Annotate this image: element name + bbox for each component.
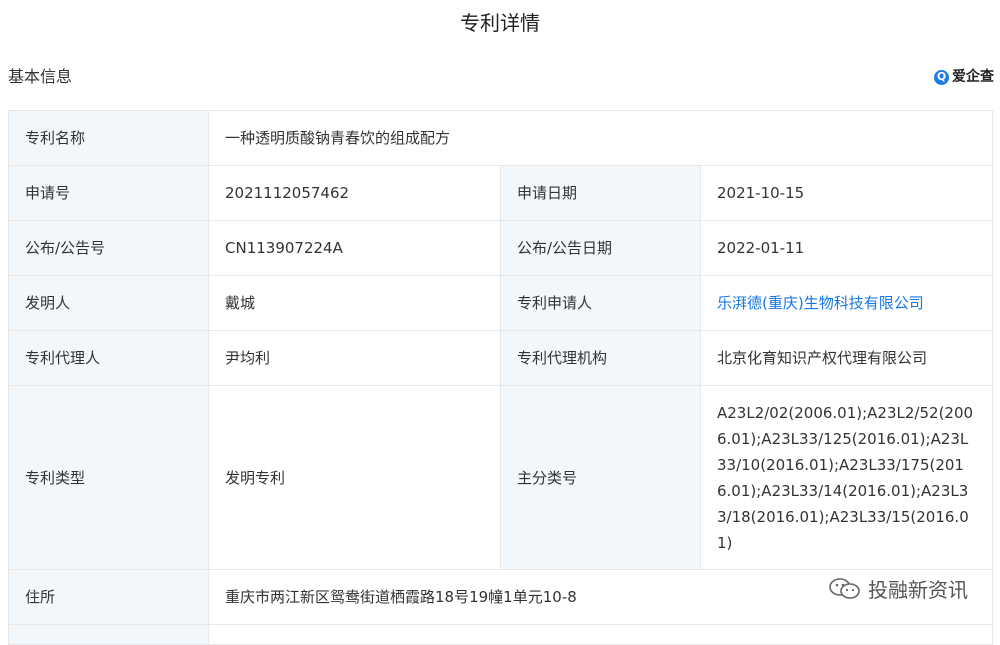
application-number-label: 申请号	[8, 165, 209, 221]
patent-type-value: 发明专利	[208, 385, 501, 570]
publication-date-label: 公布/公告日期	[500, 220, 701, 276]
brand-logo[interactable]: Q 爱企查	[934, 66, 994, 88]
table-row: 专利代理人 尹均利 专利代理机构 北京化育知识产权代理有限公司	[8, 330, 994, 386]
patent-type-label: 专利类型	[8, 385, 209, 570]
table-row: 专利类型 发明专利 主分类号 A23L2/02(2006.01);A23L2/5…	[8, 385, 994, 570]
publication-number-value: CN113907224A	[208, 220, 501, 276]
application-date-value: 2021-10-15	[699, 165, 994, 221]
agency-value: 北京化育知识产权代理有限公司	[699, 330, 994, 386]
publication-date-value: 2022-01-11	[699, 220, 994, 276]
table-row-partial	[8, 624, 209, 645]
applicant-label: 专利申请人	[500, 275, 701, 331]
address-label: 住所	[8, 569, 209, 625]
brand-q-icon: Q	[934, 69, 949, 85]
agency-label: 专利代理机构	[500, 330, 701, 386]
ipc-label: 主分类号	[500, 385, 701, 570]
application-number-value: 2021112057462	[208, 165, 501, 221]
inventor-value: 戴城	[208, 275, 501, 331]
patent-info-table: 专利名称 一种透明质酸钠青春饮的组成配方 申请号 2021112057462 申…	[8, 110, 994, 645]
table-row: 公布/公告号 CN113907224A 公布/公告日期 2022-01-11	[8, 220, 994, 276]
watermark-text: 投融新资讯	[868, 578, 968, 602]
table-row-partial-value	[207, 624, 994, 645]
wechat-icon	[829, 577, 860, 599]
inventor-label: 发明人	[8, 275, 209, 331]
table-row: 专利名称 一种透明质酸钠青春饮的组成配方	[8, 110, 994, 166]
page-title: 专利详情	[460, 11, 540, 35]
agent-value: 尹均利	[208, 330, 501, 386]
patent-name-label: 专利名称	[8, 110, 209, 166]
table-row	[8, 624, 994, 645]
table-row: 申请号 2021112057462 申请日期 2021-10-15	[8, 165, 994, 221]
agent-label: 专利代理人	[8, 330, 209, 386]
patent-name-value: 一种透明质酸钠青春饮的组成配方	[207, 110, 994, 166]
publication-number-label: 公布/公告号	[8, 220, 209, 276]
section-title: 基本信息	[8, 67, 73, 86]
brand-name: 爱企查	[952, 69, 994, 85]
ipc-value: A23L2/02(2006.01);A23L2/52(2006.01);A23L…	[699, 385, 994, 570]
application-date-label: 申请日期	[500, 165, 701, 221]
applicant-link[interactable]: 乐湃德(重庆)生物科技有限公司	[699, 275, 994, 331]
table-row: 发明人 戴城 专利申请人 乐湃德(重庆)生物科技有限公司	[8, 275, 994, 331]
watermark: 投融新资讯	[828, 574, 968, 603]
